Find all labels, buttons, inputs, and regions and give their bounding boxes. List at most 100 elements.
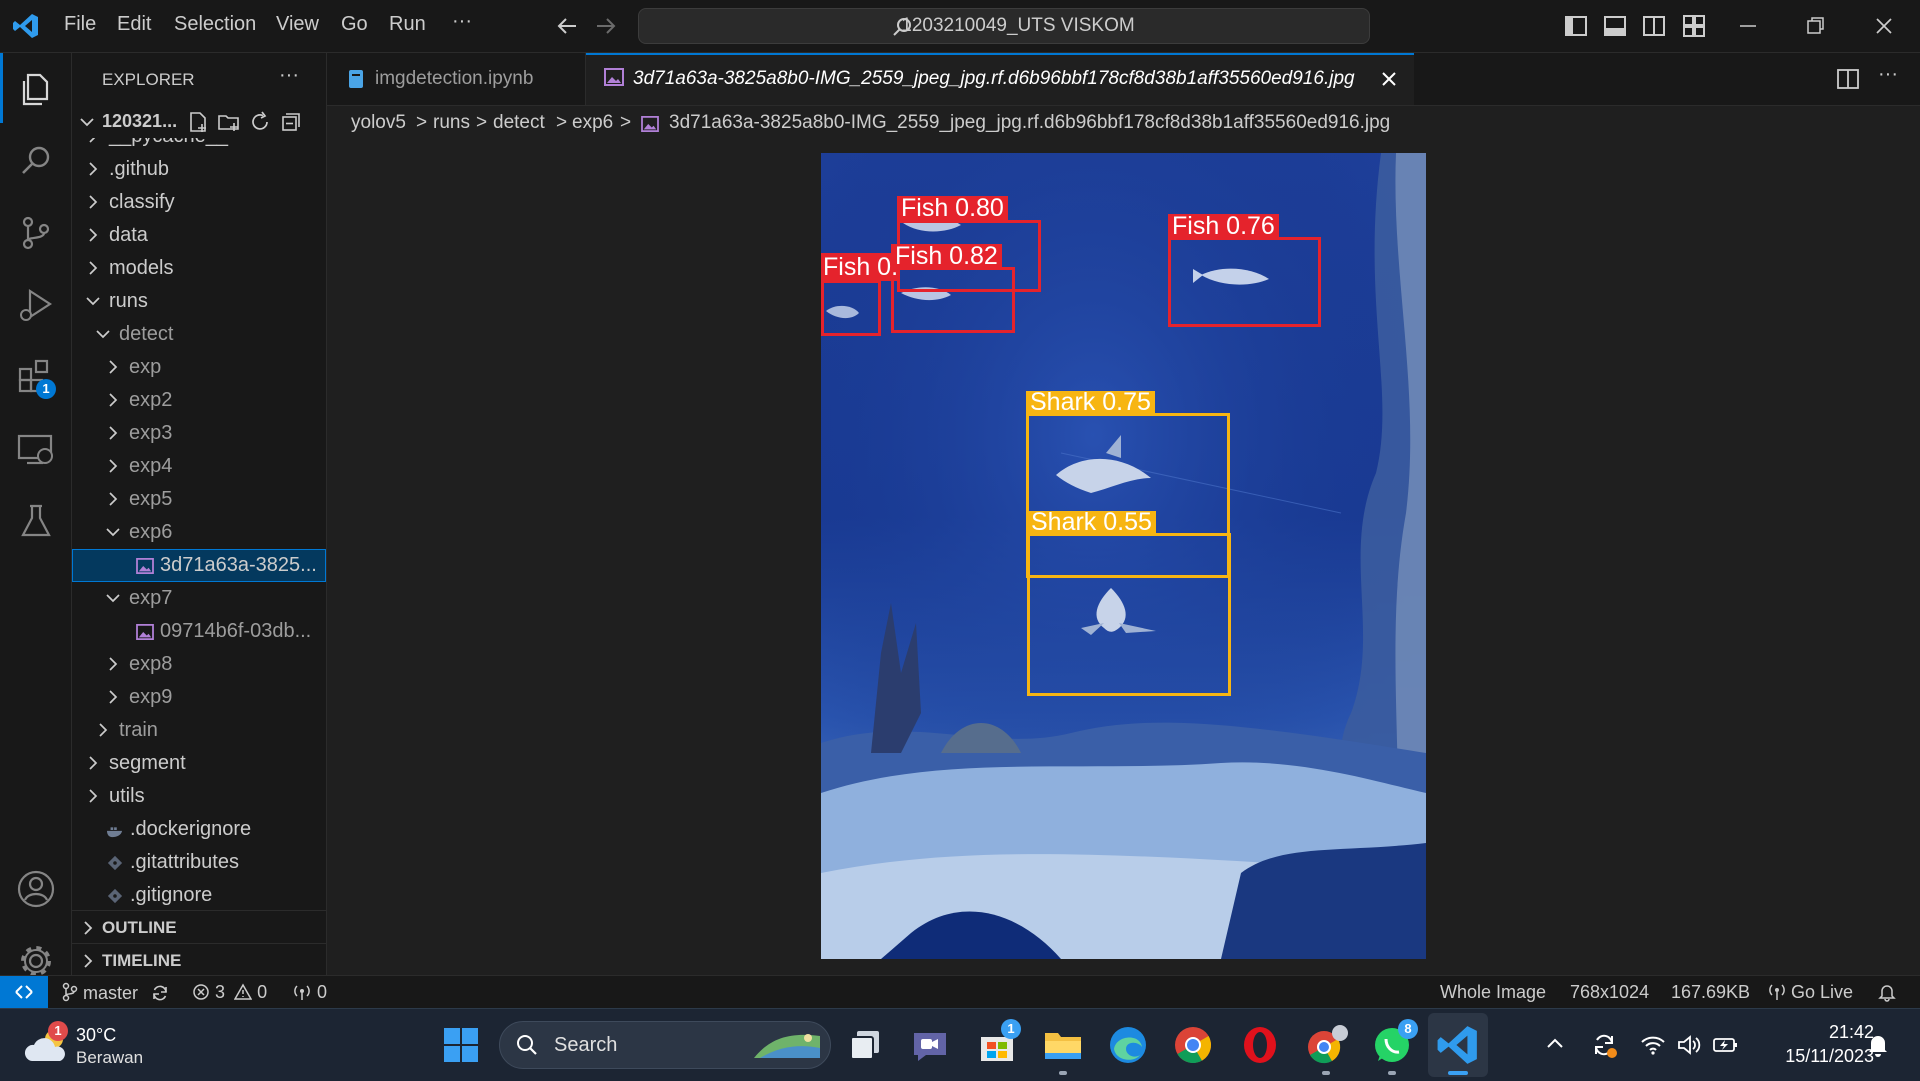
tree-folder-row[interactable]: classify xyxy=(72,186,326,219)
tree-folder-row[interactable]: .github xyxy=(72,153,326,186)
toggle-primary-sidebar-icon[interactable] xyxy=(1565,15,1587,37)
accounts-icon[interactable] xyxy=(14,867,58,911)
extensions-icon[interactable]: 1 xyxy=(14,355,58,399)
tree-folder-row[interactable]: train xyxy=(72,714,326,747)
whatsapp-icon[interactable]: 8 xyxy=(1370,1019,1418,1075)
tree-folder-row[interactable]: detect xyxy=(72,318,326,351)
run-debug-icon[interactable] xyxy=(14,283,58,327)
split-editor-icon[interactable] xyxy=(1836,67,1860,91)
problems-indicator[interactable]: 3 0 xyxy=(192,982,267,1003)
tree-file-row[interactable]: 3d71a63a-3825... xyxy=(72,549,326,582)
tab-notebook[interactable]: imgdetection.ipynb xyxy=(327,53,586,105)
teams-chat-icon[interactable] xyxy=(908,1023,952,1067)
sync-icon[interactable] xyxy=(150,983,170,1003)
chevron-up-icon[interactable] xyxy=(1545,1035,1565,1051)
tab-image-active[interactable]: 3d71a63a-3825a8b0-IMG_2559_jpeg_jpg.rf.d… xyxy=(586,53,1414,105)
tree-folder-row[interactable]: exp8 xyxy=(72,648,326,681)
notifications-bell-icon[interactable] xyxy=(1877,982,1897,1002)
chrome-browser-icon[interactable] xyxy=(1171,1023,1215,1067)
breadcrumb-detect[interactable]: detect xyxy=(493,112,545,134)
new-file-icon[interactable] xyxy=(186,110,210,134)
tree-folder-row[interactable]: exp9 xyxy=(72,681,326,714)
file-explorer-icon[interactable] xyxy=(1041,1023,1085,1075)
tree-folder-row[interactable]: utils xyxy=(72,780,326,813)
tree-file-row[interactable]: .dockerignore xyxy=(72,813,326,846)
branch-indicator[interactable]: master xyxy=(62,982,138,1004)
close-window-icon[interactable] xyxy=(1874,15,1894,37)
breadcrumb-runs[interactable]: runs xyxy=(433,112,470,134)
timeline-section-header[interactable]: TIMELINE xyxy=(72,943,326,975)
menu-selection[interactable]: Selection xyxy=(174,13,256,36)
tree-folder-row[interactable]: runs xyxy=(72,285,326,318)
ports-indicator[interactable]: 0 xyxy=(292,982,327,1003)
tree-folder-row[interactable]: __pycache__ xyxy=(72,138,326,153)
new-folder-icon[interactable] xyxy=(217,110,241,134)
workspace-root-row[interactable]: 120321... xyxy=(72,105,326,138)
tree-file-row[interactable]: 09714b6f-03db... xyxy=(72,615,326,648)
forward-arrow-icon[interactable] xyxy=(595,16,617,36)
close-tab-icon[interactable] xyxy=(1380,70,1398,88)
breadcrumb-exp6[interactable]: exp6 xyxy=(572,112,613,134)
minimize-icon[interactable] xyxy=(1738,15,1758,37)
customize-layout-icon[interactable] xyxy=(1683,15,1705,37)
zoom-mode[interactable]: Whole Image xyxy=(1440,982,1546,1003)
back-arrow-icon[interactable] xyxy=(556,16,578,36)
taskbar-search-box[interactable]: Search xyxy=(499,1021,831,1069)
task-view-icon[interactable] xyxy=(843,1023,887,1067)
explorer-files-icon[interactable] xyxy=(14,67,58,111)
toggle-panel-icon[interactable] xyxy=(1604,15,1626,37)
outline-section-header[interactable]: OUTLINE xyxy=(72,910,326,944)
tree-folder-row[interactable]: segment xyxy=(72,747,326,780)
tree-file-row[interactable]: .gitattributes xyxy=(72,846,326,879)
menu-view[interactable]: View xyxy=(276,13,319,36)
command-center-search[interactable]: 1203210049_UTS VISKOM xyxy=(638,8,1370,44)
tree-folder-row[interactable]: exp xyxy=(72,351,326,384)
wifi-icon[interactable] xyxy=(1640,1033,1666,1057)
collapse-all-icon[interactable] xyxy=(279,110,303,134)
explorer-header: EXPLORER xyxy=(102,70,195,89)
search-icon[interactable] xyxy=(14,139,58,183)
microsoft-store-icon[interactable]: 1 xyxy=(975,1019,1021,1067)
menu-more[interactable]: ··· xyxy=(452,10,472,33)
windows-start-icon[interactable] xyxy=(439,1023,483,1067)
breadcrumb-yolov5[interactable]: yolov5 xyxy=(351,112,406,134)
battery-charging-icon[interactable] xyxy=(1712,1033,1740,1057)
refresh-icon[interactable] xyxy=(248,110,272,134)
vscode-taskbar-button[interactable] xyxy=(1428,1013,1488,1077)
editor-more-actions[interactable]: ··· xyxy=(1878,63,1898,86)
detection-image[interactable]: Fish 0.80 Fish 0.51 Fish 0.82 Fish 0.76 … xyxy=(821,153,1426,959)
remote-explorer-icon[interactable] xyxy=(14,427,58,471)
menu-run[interactable]: Run xyxy=(389,13,426,36)
volume-icon[interactable] xyxy=(1676,1033,1702,1057)
menu-file[interactable]: File xyxy=(64,13,96,36)
testing-flask-icon[interactable] xyxy=(14,499,58,543)
restore-icon[interactable] xyxy=(1806,15,1826,37)
tree-folder-row[interactable]: exp5 xyxy=(72,483,326,516)
edge-browser-icon[interactable] xyxy=(1106,1023,1150,1067)
breadcrumb-file[interactable]: 3d71a63a-3825a8b0-IMG_2559_jpeg_jpg.rf.d… xyxy=(669,112,1390,134)
opera-browser-icon[interactable] xyxy=(1238,1023,1282,1067)
clock-date[interactable]: 15/11/2023 xyxy=(1760,1046,1874,1067)
error-icon xyxy=(193,984,209,1000)
menu-edit[interactable]: Edit xyxy=(117,13,151,36)
notification-bell-icon[interactable] xyxy=(1866,1032,1890,1058)
tree-folder-row[interactable]: exp6 xyxy=(72,516,326,549)
sync-tray-icon[interactable] xyxy=(1590,1031,1618,1059)
tree-folder-row[interactable]: exp2 xyxy=(72,384,326,417)
source-control-icon[interactable] xyxy=(14,211,58,255)
vscode-logo-icon[interactable] xyxy=(12,12,40,40)
go-live-button[interactable]: Go Live xyxy=(1768,982,1853,1003)
remote-indicator[interactable] xyxy=(0,976,48,1008)
tree-folder-row[interactable]: exp3 xyxy=(72,417,326,450)
tree-folder-row[interactable]: models xyxy=(72,252,326,285)
explorer-more-button[interactable]: ··· xyxy=(279,64,299,87)
tree-file-row[interactable]: .gitignore xyxy=(72,879,326,912)
toggle-secondary-sidebar-icon[interactable] xyxy=(1643,15,1665,37)
tree-folder-row[interactable]: exp7 xyxy=(72,582,326,615)
weather-widget[interactable]: 1 30°C Berawan xyxy=(24,1021,154,1069)
tree-folder-row[interactable]: data xyxy=(72,219,326,252)
tree-folder-row[interactable]: exp4 xyxy=(72,450,326,483)
menu-go[interactable]: Go xyxy=(341,13,368,36)
chrome-profile-icon[interactable] xyxy=(1304,1023,1348,1075)
clock-time[interactable]: 21:42 xyxy=(1810,1022,1874,1043)
